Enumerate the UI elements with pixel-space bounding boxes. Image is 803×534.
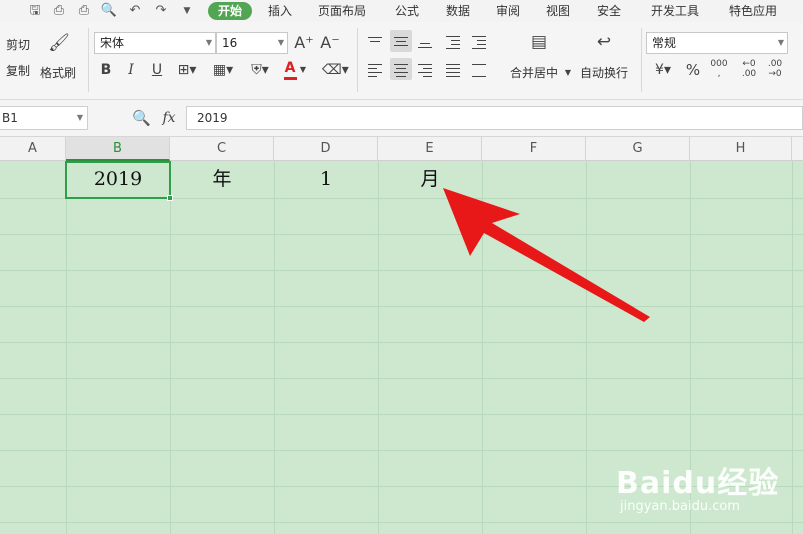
italic-button[interactable]: I <box>122 61 140 79</box>
thousands-separator-icon[interactable]: 000, <box>708 59 730 79</box>
watermark-url: jingyan.baidu.com <box>620 499 740 514</box>
chevron-down-icon: ▼ <box>277 38 284 47</box>
column-header-h[interactable]: H <box>690 137 792 161</box>
font-name-select[interactable]: 宋体 ▼ <box>94 32 216 54</box>
insert-function-button[interactable]: fx <box>158 109 180 127</box>
group-divider <box>357 28 358 92</box>
bold-button[interactable]: B <box>97 61 115 79</box>
formula-bar: B1 ▼ 🔍 fx 2019 <box>0 100 803 137</box>
currency-format-icon[interactable]: ¥▾ <box>650 61 676 79</box>
decrease-decimal-icon[interactable]: .00 →0 <box>764 59 786 79</box>
align-right-icon[interactable] <box>416 62 434 78</box>
fill-color-icon[interactable]: ⛨▾ <box>246 61 274 79</box>
copy-button[interactable]: 复制 <box>6 62 30 79</box>
arrow-shape <box>443 188 650 322</box>
tab-special-apps[interactable]: 特色应用 <box>729 2 777 20</box>
clear-format-icon[interactable]: ⌫▾ <box>322 61 349 79</box>
save-icon[interactable]: 🖫 <box>26 2 44 20</box>
borders-icon[interactable]: ⊞▾ <box>174 61 200 79</box>
percent-button[interactable]: % <box>684 61 702 79</box>
number-format-value: 常规 <box>652 36 677 50</box>
format-painter-button[interactable]: 格式刷 <box>40 64 76 81</box>
chevron-down-icon[interactable]: ▼ <box>564 64 572 82</box>
print-preview-icon[interactable]: ⎙ <box>50 2 68 20</box>
column-header-c[interactable]: C <box>170 137 274 161</box>
font-size-select[interactable]: 16 ▼ <box>216 32 288 54</box>
column-header-e[interactable]: E <box>378 137 482 161</box>
watermark: Baidu经验 jingyan.baidu.com <box>610 452 800 530</box>
font-name-value: 宋体 <box>100 36 125 50</box>
column-header-d[interactable]: D <box>274 137 378 161</box>
tab-page-layout[interactable]: 页面布局 <box>318 2 366 20</box>
redo-icon[interactable]: ↷ <box>152 2 170 20</box>
align-left-icon[interactable] <box>366 62 384 78</box>
merge-center-icon: ▤ <box>530 32 548 52</box>
tab-security[interactable]: 安全 <box>597 2 621 20</box>
chevron-down-icon: ▼ <box>205 38 212 47</box>
underline-button[interactable]: U <box>148 61 166 79</box>
cut-button[interactable]: 剪切 <box>6 36 30 53</box>
chevron-down-icon: ▼ <box>777 38 784 47</box>
chevron-down-icon[interactable]: ▼ <box>298 61 308 79</box>
ribbon: 剪切 复制 🖌 格式刷 宋体 ▼ 16 ▼ A⁺ A⁻ B I U ⊞▾ ▦▾ … <box>0 22 803 100</box>
number-format-select[interactable]: 常规 ▼ <box>646 32 788 54</box>
fill-pattern-icon[interactable]: ▦▾ <box>208 61 238 79</box>
align-top-icon[interactable] <box>366 34 384 50</box>
align-bottom-icon[interactable] <box>416 34 434 50</box>
decrease-font-size-icon[interactable]: A⁻ <box>320 34 340 52</box>
tab-view[interactable]: 视图 <box>546 2 570 20</box>
wrap-text-button[interactable]: 自动换行 <box>580 64 628 81</box>
font-size-value: 16 <box>222 36 238 50</box>
menu-bar: 🖫 ⎙ ⎙ 🔍 ↶ ↷ ▼ 开始 插入 页面布局 公式 数据 审阅 视图 安全 … <box>0 0 803 22</box>
column-header-a[interactable]: A <box>0 137 66 161</box>
preview-icon[interactable]: 🔍 <box>100 2 118 20</box>
font-color-icon[interactable]: A <box>283 59 297 77</box>
chevron-down-icon: ▼ <box>76 113 83 122</box>
group-divider <box>641 28 642 92</box>
tab-review[interactable]: 审阅 <box>496 2 520 20</box>
print-icon[interactable]: ⎙ <box>75 2 93 20</box>
column-header-b[interactable]: B <box>66 137 170 161</box>
distributed-align-icon[interactable] <box>470 62 488 78</box>
column-header-g[interactable]: G <box>586 137 690 161</box>
customize-quick-access-icon[interactable]: ▼ <box>178 2 196 20</box>
increase-indent-icon[interactable] <box>470 34 488 50</box>
increase-font-size-icon[interactable]: A⁺ <box>294 34 314 52</box>
font-color-swatch <box>284 77 297 80</box>
column-header-row: A B C D E F G H <box>0 137 803 161</box>
watermark-brand: Baidu经验 <box>616 466 780 501</box>
decrease-indent-icon[interactable] <box>444 34 462 50</box>
align-center-button[interactable] <box>390 58 412 80</box>
zoom-icon[interactable]: 🔍 <box>132 109 151 127</box>
tab-insert[interactable]: 插入 <box>268 2 292 20</box>
group-divider <box>88 28 89 92</box>
name-box-value: B1 <box>2 111 18 125</box>
align-middle-button[interactable] <box>390 30 412 52</box>
column-header-f[interactable]: F <box>482 137 586 161</box>
tab-formulas[interactable]: 公式 <box>395 2 419 20</box>
format-painter-icon: 🖌 <box>48 33 70 53</box>
formula-input[interactable]: 2019 <box>186 106 803 130</box>
tab-data[interactable]: 数据 <box>446 2 470 20</box>
wrap-text-icon: ↩ <box>596 32 612 52</box>
increase-decimal-icon[interactable]: ←0.00 <box>738 59 760 79</box>
tab-developer[interactable]: 开发工具 <box>651 2 699 20</box>
merge-center-button[interactable]: 合并居中 <box>510 64 558 81</box>
tab-home[interactable]: 开始 <box>208 2 253 20</box>
justify-icon[interactable] <box>444 62 462 78</box>
name-box[interactable]: B1 ▼ <box>0 106 88 130</box>
undo-icon[interactable]: ↶ <box>126 2 144 20</box>
